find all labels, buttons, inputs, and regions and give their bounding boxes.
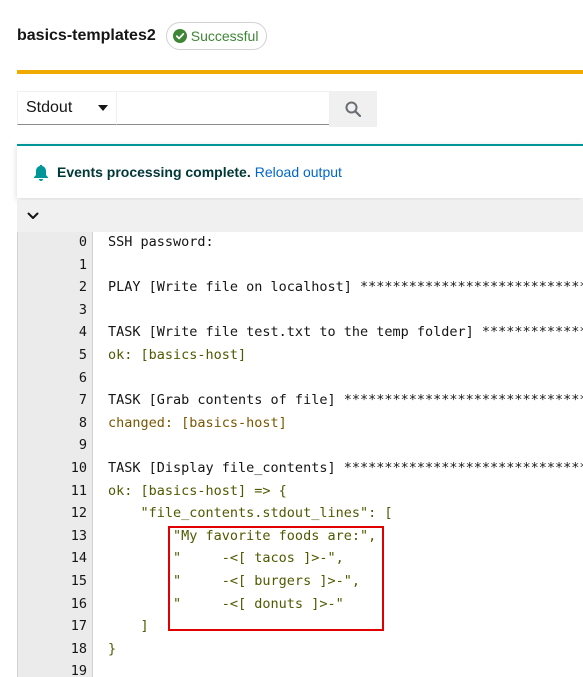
line-number: 15 <box>70 573 87 589</box>
reload-output-link[interactable]: Reload output <box>255 164 342 180</box>
line-text: TASK [Grab contents of file] ***********… <box>108 392 583 409</box>
line-text: } <box>108 640 117 657</box>
check-circle-icon <box>172 29 187 43</box>
line-number: 11 <box>70 482 87 499</box>
job-title: basics-templates2 <box>17 27 156 44</box>
line-number: 13 <box>70 527 87 544</box>
status-badge: Successful <box>165 22 268 50</box>
output-line: 3 <box>18 299 583 322</box>
output-line: 5 ok: [basics-host] <box>18 344 583 367</box>
output-line: 11 ok: [basics-host] => { <box>18 480 583 503</box>
output-line: 15 " -<[ burgers ]>-", <box>18 570 583 593</box>
output-toolbar: Stdout <box>17 91 377 127</box>
output-line: 6 <box>18 367 583 390</box>
line-number: 19 <box>70 663 87 677</box>
output-line: 0 SSH password: <box>18 232 583 254</box>
line-number: 0 <box>78 234 87 250</box>
line-number: 12 <box>70 505 87 522</box>
alert-title: Events processing complete. <box>57 164 251 180</box>
progress-bar <box>17 70 583 74</box>
line-number: 2 <box>78 279 87 296</box>
search-icon <box>345 101 361 117</box>
line-text: " -<[ burgers ]>-", <box>108 573 360 589</box>
search-button[interactable] <box>329 91 377 127</box>
job-header: basics-templates2 Successful <box>17 22 268 50</box>
output-collapse-bar <box>17 200 583 232</box>
line-text: TASK [Write file test.txt to the temp fo… <box>108 324 583 341</box>
line-text: ok: [basics-host] => { <box>108 482 287 499</box>
search-input[interactable] <box>117 91 329 125</box>
line-text: SSH password: <box>108 234 214 250</box>
line-number: 1 <box>78 256 87 273</box>
output-line: 1 <box>18 254 583 277</box>
output-line: 14 " -<[ tacos ]>-", <box>18 547 583 570</box>
line-text: " -<[ donuts ]>-" <box>108 595 344 612</box>
line-number: 14 <box>70 550 87 567</box>
output-line: 8 changed: [basics-host] <box>18 412 583 435</box>
output-line: 4 TASK [Write file test.txt to the temp f… <box>18 321 583 344</box>
line-number: 9 <box>78 437 87 454</box>
line-number: 8 <box>78 414 87 431</box>
output-line: 16 " -<[ donuts ]>-" <box>18 593 583 616</box>
line-number: 16 <box>70 595 87 612</box>
filter-selected-label: Stdout <box>26 99 73 116</box>
line-number: 4 <box>78 324 87 341</box>
caret-down-icon <box>98 105 108 111</box>
line-number: 7 <box>78 392 87 409</box>
events-complete-alert: Events processing complete. Reload outpu… <box>17 144 583 198</box>
output-line: 19 <box>18 660 583 677</box>
line-text: ] <box>108 618 149 635</box>
line-number: 18 <box>70 640 87 657</box>
line-text: "file_contents.stdout_lines": [ <box>108 505 393 522</box>
line-text: "My favorite foods are:", <box>108 527 377 544</box>
output-line: 18} <box>18 638 583 661</box>
stdout-filter-select[interactable]: Stdout <box>17 91 117 125</box>
line-text: changed: [basics-host] <box>108 414 287 431</box>
line-text: PLAY [Write file on localhost] *********… <box>108 279 583 296</box>
chevron-down-icon[interactable] <box>27 212 39 220</box>
output-line: 13 "My favorite foods are:", <box>18 525 583 548</box>
bell-icon <box>34 164 48 181</box>
line-text: TASK [Display file_contents] ***********… <box>108 460 583 476</box>
line-number: 17 <box>70 618 87 635</box>
output-line: 12 "file_contents.stdout_lines": [ <box>18 502 583 525</box>
line-number: 5 <box>78 347 87 363</box>
output-line: 10 TASK [Display file_contents] *********… <box>18 457 583 480</box>
line-number: 10 <box>70 460 87 476</box>
output-line: 17 ] <box>18 615 583 638</box>
output-line: 2 PLAY [Write file on localhost] ********… <box>18 276 583 299</box>
line-text: " -<[ tacos ]>-", <box>108 550 344 567</box>
line-number: 3 <box>78 301 87 318</box>
line-number: 6 <box>78 369 87 386</box>
line-text: ok: [basics-host] <box>108 347 247 363</box>
job-output-panel: 0 SSH password: 1 2 PLAY [Write file on loca… <box>17 232 583 677</box>
output-line: 7 TASK [Grab contents of file] **********… <box>18 389 583 412</box>
status-label: Successful <box>190 28 259 44</box>
output-line: 9 <box>18 434 583 457</box>
